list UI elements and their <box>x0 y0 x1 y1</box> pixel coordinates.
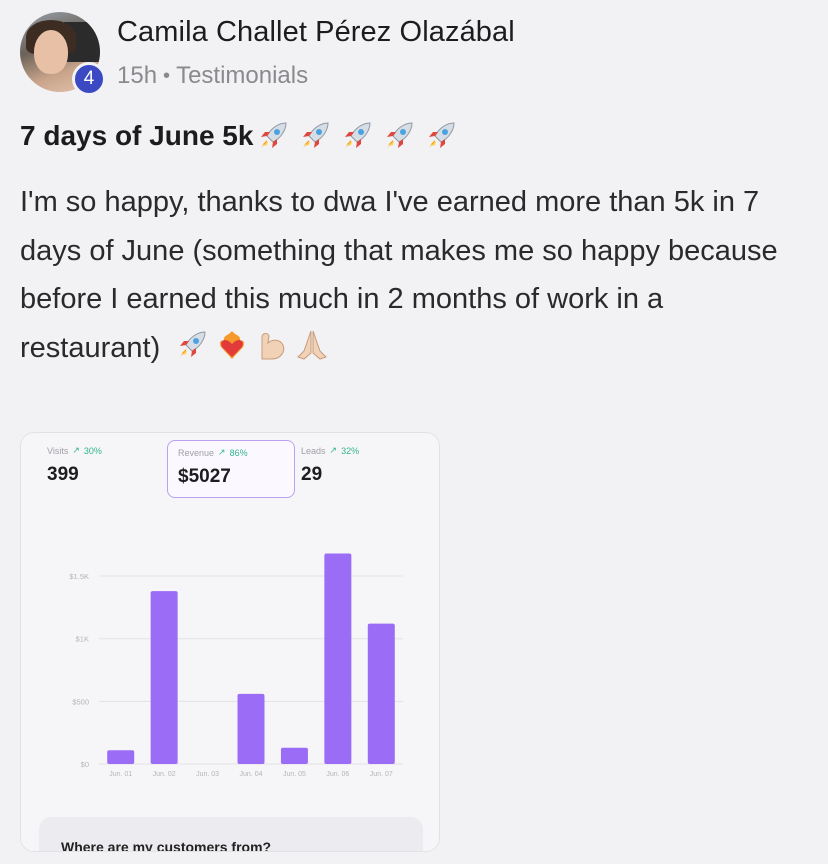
heart-on-fire-icon <box>220 330 245 359</box>
post-meta: 15h • Testimonials <box>117 62 308 90</box>
flexed-biceps-icon <box>261 332 285 359</box>
customers-panel: Where are my customers from? <box>39 817 423 852</box>
x-tick-label: Jun. 04 <box>240 771 263 778</box>
post-time: 15h <box>117 62 158 89</box>
post-title-text: 7 days of June 5k <box>20 120 254 151</box>
bar <box>367 623 395 764</box>
y-tick-label: $1K <box>76 635 89 644</box>
rocket-icon <box>255 118 291 154</box>
customers-heading: Where are my customers from? <box>61 839 272 852</box>
x-tick-label: Jun. 03 <box>196 771 219 778</box>
rocket-icon <box>423 118 459 154</box>
bar <box>237 693 265 764</box>
dashboard-screenshot-card: Visits ↗ 30% 399 Revenue ↗ 86% $5027 Leads ↗ 3… <box>20 432 440 852</box>
x-tick-label: Jun. 02 <box>153 771 176 778</box>
bar <box>107 750 135 764</box>
x-tick-label: Jun. 07 <box>370 771 393 778</box>
bar <box>324 553 352 764</box>
author-name[interactable]: Camila Challet Pérez Olazábal <box>117 16 515 49</box>
x-tick-label: Jun. 05 <box>283 771 306 778</box>
bar <box>150 591 178 764</box>
rocket-icon <box>381 118 417 154</box>
y-tick-label: $0 <box>81 760 89 769</box>
rocket-icon <box>174 327 210 363</box>
body-emoji-row <box>174 327 330 363</box>
revenue-bar-chart: $0 $500 $1K $1.5K Jun. 01 Jun. 02 Jun. 03 Jun. … <box>69 553 403 778</box>
post-body-text: I'm so happy, thanks to dwa I've earned … <box>20 186 778 364</box>
post-body: I'm so happy, thanks to dwa I've earned … <box>20 178 810 372</box>
y-tick-label: $1.5K <box>69 572 89 581</box>
title-emoji-row <box>255 118 459 154</box>
meta-separator: • <box>163 64 171 87</box>
post-category[interactable]: Testimonials <box>176 62 308 90</box>
bar <box>280 747 308 764</box>
x-tick-label: Jun. 06 <box>326 771 349 778</box>
post-title: 7 days of June 5k <box>20 118 459 154</box>
y-tick-label: $500 <box>72 697 89 706</box>
rocket-icon <box>297 118 333 154</box>
level-badge: 4 <box>72 62 106 96</box>
folded-hands-icon <box>297 330 328 360</box>
rocket-icon <box>339 118 375 154</box>
avatar-face <box>34 30 68 74</box>
x-tick-label: Jun. 01 <box>109 771 132 778</box>
